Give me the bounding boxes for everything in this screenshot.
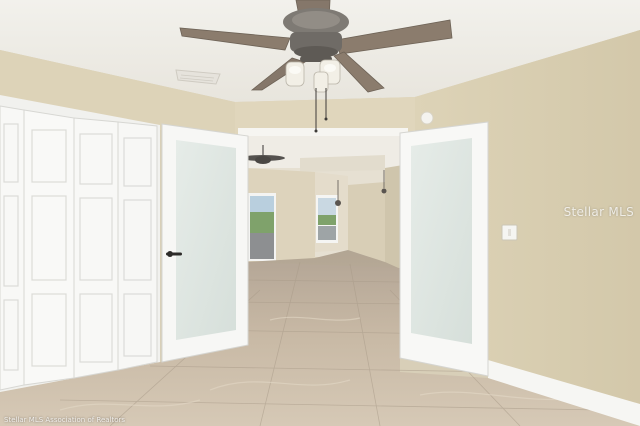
left-door-frosted-glass [176,140,236,340]
closet-bifold-doors[interactable] [0,105,158,391]
room-scene [0,0,640,426]
watermark-logo: Stellar MLS [563,205,634,219]
right-door-frosted-glass [411,138,472,344]
smoke-detector [420,111,434,125]
watermark-credit: Stellar MLS Association of Realtors [4,416,126,424]
doorway-header-trim [238,128,408,136]
left-french-door[interactable] [161,123,249,363]
room-photo: Stellar MLS Stellar MLS Association of R… [0,0,640,426]
right-french-door[interactable] [399,121,489,377]
